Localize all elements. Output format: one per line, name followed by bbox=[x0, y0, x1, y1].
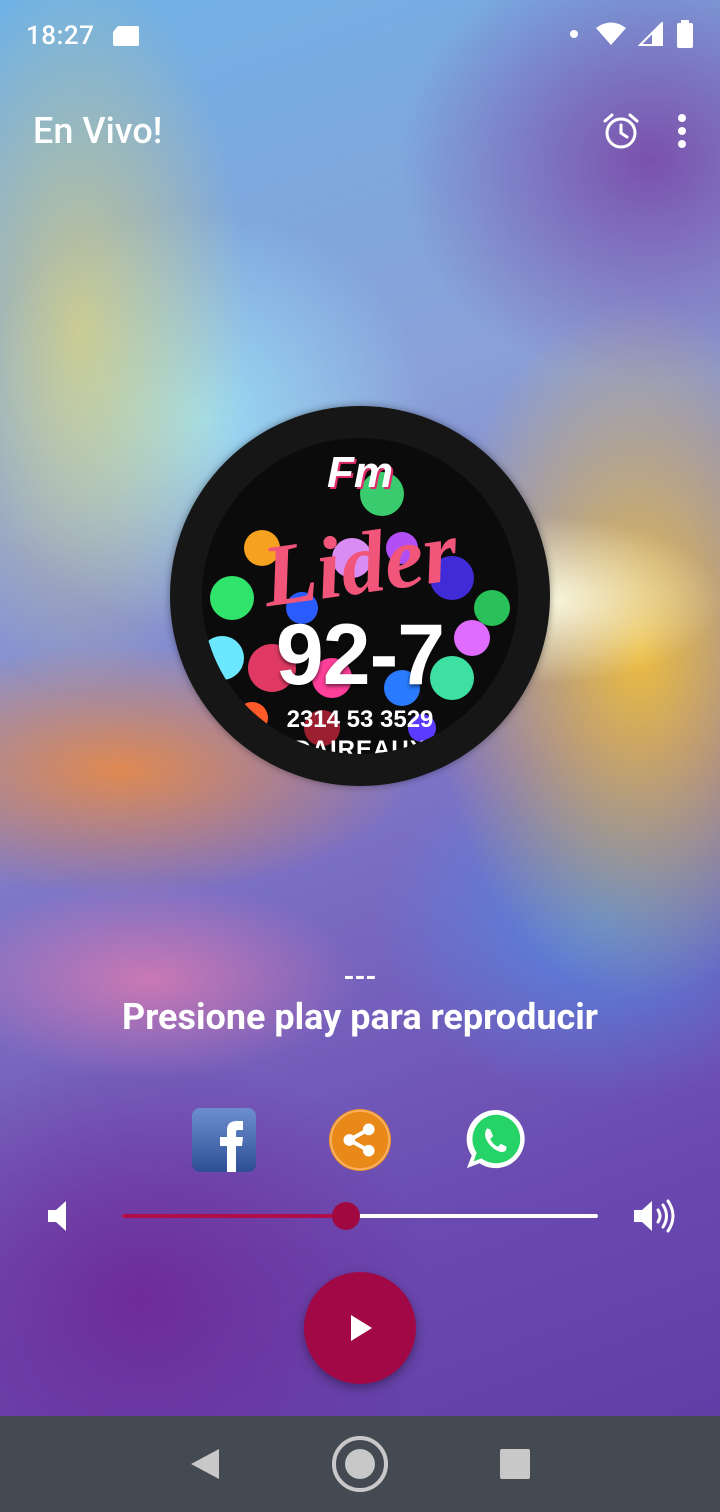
volume-slider-fill bbox=[122, 1214, 346, 1218]
more-vert-icon[interactable] bbox=[677, 113, 687, 149]
play-button[interactable] bbox=[304, 1272, 416, 1384]
system-nav-bar bbox=[0, 1416, 720, 1512]
sd-card-icon bbox=[112, 25, 140, 47]
status-time: 18:27 bbox=[26, 21, 95, 51]
logo-fm-text: Fm bbox=[327, 448, 393, 497]
logo-frequency: 92-7 bbox=[275, 607, 445, 703]
logo-city: DAIREAUX bbox=[293, 736, 427, 754]
volume-slider-thumb[interactable] bbox=[331, 1202, 360, 1230]
whatsapp-icon[interactable] bbox=[464, 1108, 528, 1172]
volume-mute-icon[interactable] bbox=[46, 1198, 68, 1238]
social-buttons bbox=[0, 1108, 720, 1172]
play-icon bbox=[351, 1315, 372, 1341]
station-logo: Fm Lider 92-7 2314 53 3529 DAIREAUX bbox=[170, 406, 550, 786]
app-bar: En Vivo! bbox=[0, 96, 720, 166]
volume-row bbox=[0, 1192, 720, 1240]
notification-dot-icon bbox=[564, 24, 584, 48]
home-icon[interactable] bbox=[331, 1435, 389, 1493]
facebook-icon[interactable] bbox=[192, 1108, 256, 1172]
status-bar: 18:27 bbox=[0, 0, 720, 72]
recents-icon[interactable] bbox=[499, 1448, 531, 1480]
battery-icon bbox=[676, 20, 694, 52]
wifi-icon bbox=[596, 22, 626, 50]
track-artist: --- bbox=[343, 960, 377, 993]
volume-up-icon[interactable] bbox=[632, 1198, 678, 1238]
share-icon[interactable] bbox=[328, 1108, 392, 1172]
station-logo-image: Fm Lider 92-7 2314 53 3529 DAIREAUX bbox=[202, 438, 518, 754]
page-title: En Vivo! bbox=[33, 110, 163, 152]
volume-slider[interactable] bbox=[122, 1202, 598, 1230]
back-icon[interactable] bbox=[189, 1447, 221, 1481]
track-status: Presione play para reproducir bbox=[122, 996, 598, 1038]
logo-phone: 2314 53 3529 bbox=[286, 706, 434, 733]
alarm-clock-icon[interactable] bbox=[601, 111, 641, 151]
signal-icon bbox=[637, 20, 664, 50]
